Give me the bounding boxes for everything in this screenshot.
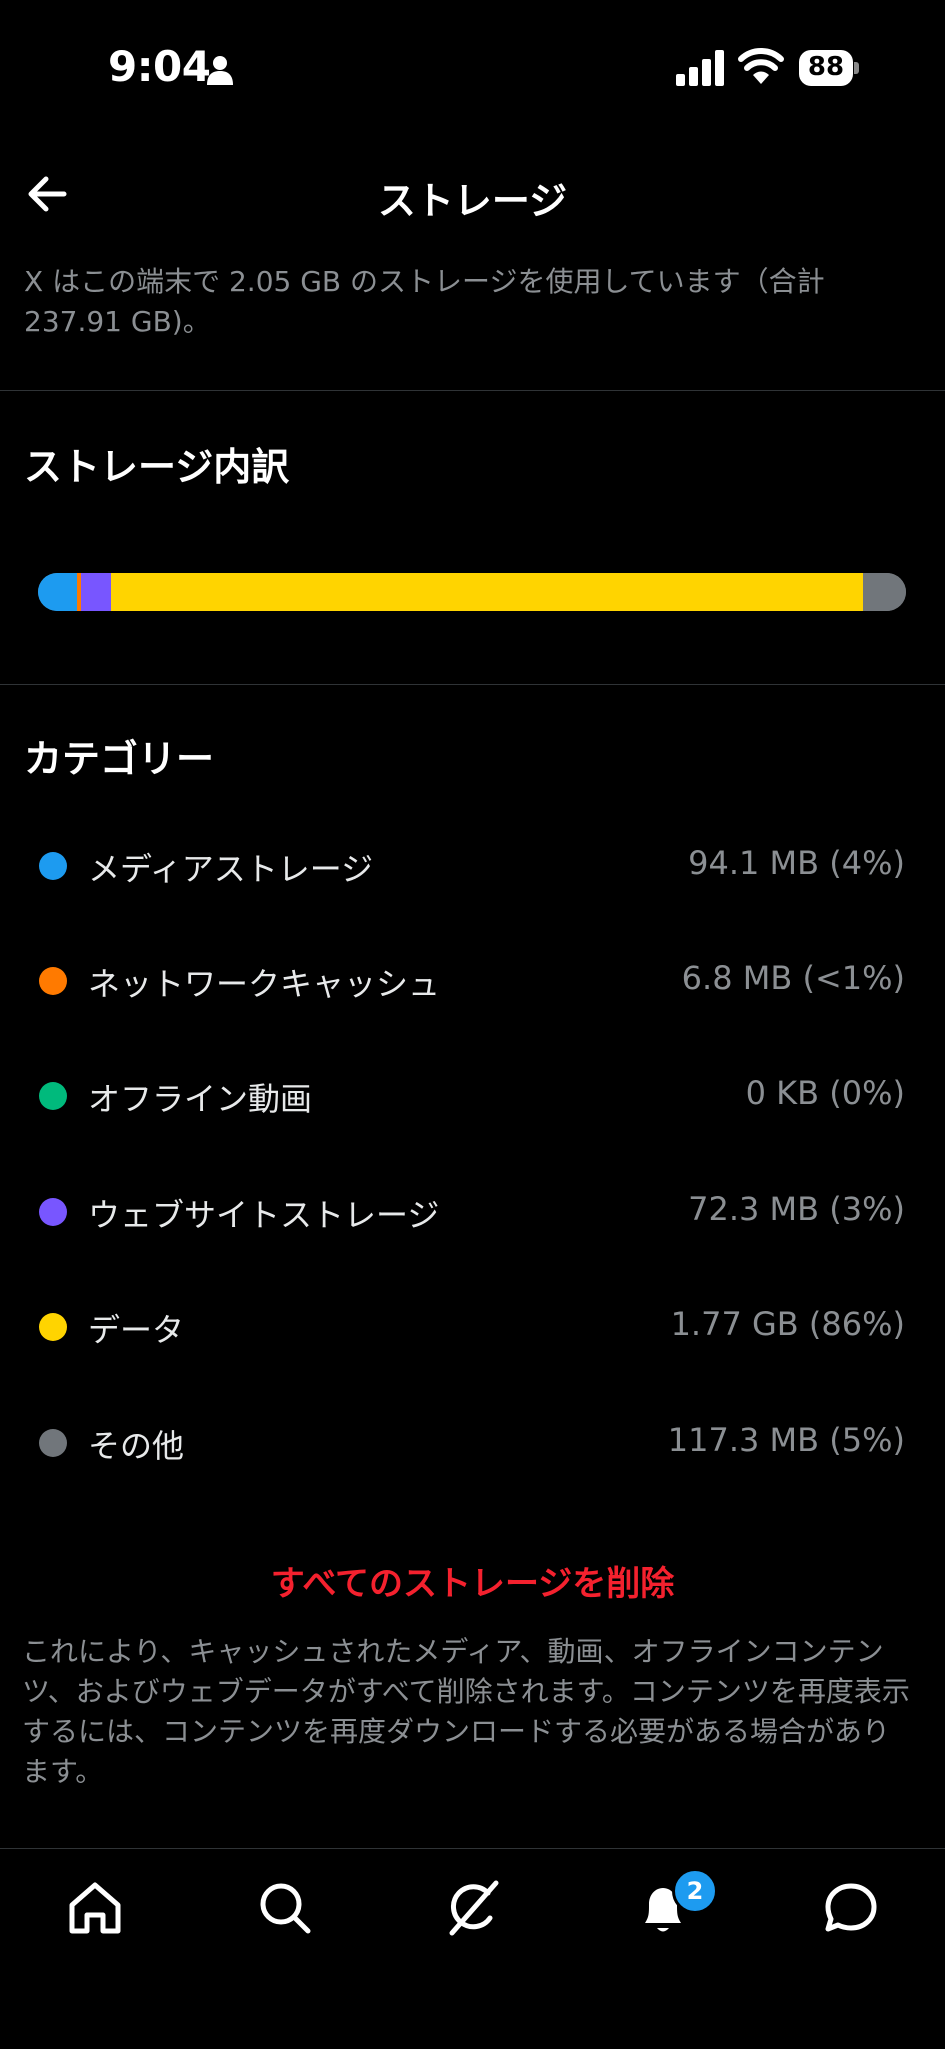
battery-icon: 88 <box>799 50 859 86</box>
storage-segment <box>80 573 111 611</box>
category-row-media: メディアストレージ 94.1 MB (4%) <box>0 826 945 906</box>
divider <box>0 684 945 685</box>
category-dot <box>39 967 67 995</box>
bottom-tab-bar <box>0 1848 945 2049</box>
grok-icon <box>449 1880 499 1936</box>
category-label: オフライン動画 <box>88 1080 313 1118</box>
category-dot <box>39 1313 67 1341</box>
divider <box>0 390 945 391</box>
category-label: その他 <box>88 1427 185 1465</box>
messages-icon <box>825 1883 877 1932</box>
tab-messages[interactable] <box>816 1873 886 1943</box>
storage-segment <box>862 573 906 611</box>
category-value: 0 KB (0%) <box>745 1074 905 1112</box>
category-value: 117.3 MB (5%) <box>667 1421 905 1459</box>
category-dot <box>39 1429 67 1457</box>
storage-usage-description: X はこの端末で 2.05 GB のストレージを使用しています（合計 237.9… <box>24 265 825 338</box>
header: ストレージ <box>0 140 945 250</box>
category-row-network-cache: ネットワークキャッシュ 6.8 MB (<1%) <box>0 941 945 1021</box>
home-icon <box>69 1882 121 1934</box>
status-bar: 9:04 88 <box>0 0 945 140</box>
delete-description: これにより、キャッシュされたメディア、動画、オフラインコンテンツ、およびウェブデ… <box>22 1635 910 1788</box>
category-dot <box>39 852 67 880</box>
category-value: 72.3 MB (3%) <box>688 1190 905 1228</box>
page-title: ストレージ <box>377 179 568 223</box>
breakdown-title: ストレージ内訳 <box>24 445 290 489</box>
category-value: 94.1 MB (4%) <box>688 844 905 882</box>
category-label: ネットワークキャッシュ <box>88 965 441 1003</box>
category-row-data: データ 1.77 GB (86%) <box>0 1287 945 1367</box>
status-time: 9:04 <box>108 42 211 91</box>
category-dot <box>39 1198 67 1226</box>
category-row-website-storage: ウェブサイトストレージ 72.3 MB (3%) <box>0 1172 945 1252</box>
storage-breakdown-bar <box>38 573 906 611</box>
category-row-offline-video: オフライン動画 0 KB (0%) <box>0 1056 945 1136</box>
battery-level: 88 <box>807 52 845 82</box>
categories-title: カテゴリー <box>24 737 215 781</box>
signal-icon <box>676 50 724 86</box>
category-label: データ <box>88 1311 185 1349</box>
category-value: 1.77 GB (86%) <box>670 1305 905 1343</box>
category-label: メディアストレージ <box>88 850 374 888</box>
category-value: 6.8 MB (<1%) <box>681 959 905 997</box>
wifi-icon <box>738 48 784 84</box>
category-dot <box>39 1082 67 1110</box>
notification-badge: 2 <box>672 1868 718 1914</box>
tab-grok[interactable] <box>438 1873 508 1943</box>
category-label: ウェブサイトストレージ <box>88 1196 440 1234</box>
person-icon <box>207 56 233 85</box>
storage-segment <box>110 573 863 611</box>
tab-search[interactable] <box>250 1873 320 1943</box>
storage-segment <box>38 573 78 611</box>
search-icon <box>260 1883 311 1934</box>
tab-home[interactable] <box>60 1873 130 1943</box>
category-row-other: その他 117.3 MB (5%) <box>0 1403 945 1483</box>
delete-all-storage-button[interactable]: すべてのストレージを削除 <box>0 1556 945 1605</box>
